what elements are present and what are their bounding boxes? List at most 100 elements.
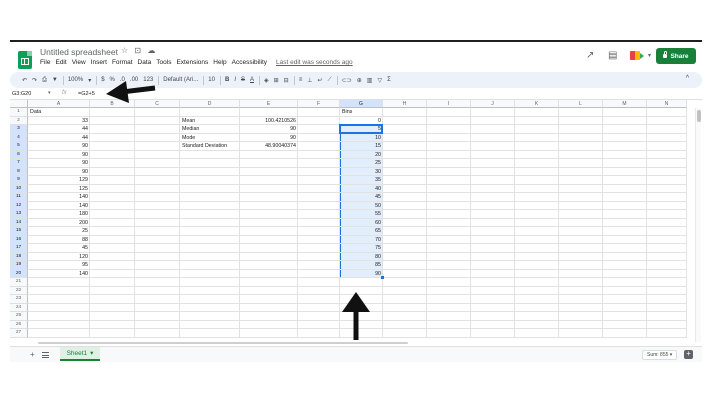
row-header-5[interactable]: 5 <box>10 142 28 151</box>
column-header-a[interactable]: A <box>28 100 90 108</box>
cell-g17[interactable]: 75 <box>342 244 381 253</box>
decrease-decimal-button[interactable]: .0 <box>120 77 125 83</box>
cell-a20[interactable]: 140 <box>30 270 88 279</box>
column-header-b[interactable]: B <box>90 100 135 108</box>
row-header-23[interactable]: 23 <box>10 295 28 304</box>
row-header-10[interactable]: 10 <box>10 184 28 193</box>
scrollbar-thumb[interactable] <box>697 110 701 122</box>
cell-g13[interactable]: 55 <box>342 210 381 219</box>
row-header-1[interactable]: 1 <box>10 108 28 117</box>
row-header-9[interactable]: 9 <box>10 176 28 185</box>
explore-button[interactable]: + <box>684 350 693 359</box>
merge-cells-icon[interactable]: ⊟ <box>284 77 289 84</box>
fill-color-icon[interactable]: ◈ <box>264 77 269 84</box>
undo-icon[interactable]: ↶ <box>22 77 27 84</box>
font-size-input[interactable]: 10 <box>208 77 215 83</box>
cell-e4[interactable]: 90 <box>242 134 296 143</box>
cell-d2[interactable]: Mean <box>182 117 195 126</box>
percent-button[interactable]: % <box>110 77 115 83</box>
column-header-e[interactable]: E <box>240 100 298 108</box>
column-header-i[interactable]: I <box>427 100 471 108</box>
row-header-12[interactable]: 12 <box>10 201 28 210</box>
italic-button[interactable]: I <box>234 77 236 83</box>
row-header-2[interactable]: 2 <box>10 116 28 125</box>
cell-a19[interactable]: 95 <box>30 261 88 270</box>
all-sheets-icon[interactable] <box>42 352 49 358</box>
name-box[interactable]: G3:G20 <box>12 91 31 97</box>
text-color-button[interactable]: A <box>250 77 254 83</box>
cell-g12[interactable]: 50 <box>342 202 381 211</box>
cell-g18[interactable]: 80 <box>342 253 381 262</box>
column-header-j[interactable]: J <box>471 100 515 108</box>
zoom-select[interactable]: 100% <box>68 77 83 83</box>
row-header-4[interactable]: 4 <box>10 133 28 142</box>
borders-icon[interactable]: ⊞ <box>274 77 279 84</box>
filter-icon[interactable]: ▽ <box>377 77 382 84</box>
menu-file[interactable]: File <box>40 59 50 66</box>
cell-g4[interactable]: 10 <box>342 134 381 143</box>
cell-a13[interactable]: 180 <box>30 210 88 219</box>
cell-g6[interactable]: 20 <box>342 151 381 160</box>
cell-g19[interactable]: 85 <box>342 261 381 270</box>
column-header-d[interactable]: D <box>180 100 240 108</box>
insert-chart-icon[interactable]: ▥ <box>367 77 373 84</box>
horizontal-scrollbar[interactable] <box>28 342 695 345</box>
cell-g20[interactable]: 90 <box>342 270 381 279</box>
row-header-27[interactable]: 27 <box>10 329 28 338</box>
cell-a16[interactable]: 88 <box>30 236 88 245</box>
column-header-k[interactable]: K <box>515 100 559 108</box>
cell-a8[interactable]: 90 <box>30 168 88 177</box>
cell-a1[interactable]: Data <box>30 108 88 117</box>
row-header-13[interactable]: 13 <box>10 210 28 219</box>
column-header-f[interactable]: F <box>298 100 340 108</box>
cell-g5[interactable]: 15 <box>342 142 381 151</box>
last-edit-link[interactable]: Last edit was seconds ago <box>276 59 353 66</box>
cell-a11[interactable]: 140 <box>30 193 88 202</box>
column-header-m[interactable]: M <box>603 100 647 108</box>
cell-a7[interactable]: 90 <box>30 159 88 168</box>
horizontal-align-icon[interactable]: ≡ <box>299 77 303 83</box>
add-sheet-button[interactable]: + <box>30 350 35 359</box>
spreadsheet-grid[interactable]: A B C D E F G H I J K L M N 1 2 3 4 5 6 7 8 9 10 11 12 13 14 15 16 17 1… <box>10 100 702 345</box>
menu-format[interactable]: Format <box>112 59 133 66</box>
sum-indicator[interactable]: Sum: 855 ▾ <box>642 350 678 360</box>
currency-button[interactable]: $ <box>101 77 104 83</box>
collapse-toolbar-icon[interactable]: ^ <box>686 75 689 82</box>
cell-g8[interactable]: 30 <box>342 168 381 177</box>
cell-g16[interactable]: 70 <box>342 236 381 245</box>
column-header-c[interactable]: C <box>135 100 180 108</box>
column-header-l[interactable]: L <box>559 100 603 108</box>
chevron-down-icon[interactable]: ▾ <box>90 349 93 357</box>
sheet-tab-sheet1[interactable]: Sheet1 ▾ <box>60 347 100 361</box>
row-header-24[interactable]: 24 <box>10 303 28 312</box>
meet-icon[interactable] <box>630 50 650 62</box>
cell-a4[interactable]: 44 <box>30 134 88 143</box>
insert-comment-icon[interactable]: ⊕ <box>357 77 362 84</box>
menu-tools[interactable]: Tools <box>156 59 171 66</box>
zoom-caret-icon[interactable]: ▾ <box>88 77 91 84</box>
menu-insert[interactable]: Insert <box>91 59 107 66</box>
cell-a17[interactable]: 45 <box>30 244 88 253</box>
trend-icon[interactable]: ↗ <box>586 50 594 61</box>
bold-button[interactable]: B <box>225 77 229 83</box>
scrollbar-thumb[interactable] <box>38 342 408 344</box>
vertical-align-icon[interactable]: ⊥ <box>307 77 312 84</box>
font-select[interactable]: Default (Ari... <box>163 77 198 83</box>
cell-a9[interactable]: 129 <box>30 176 88 185</box>
row-header-6[interactable]: 6 <box>10 150 28 159</box>
cell-g7[interactable]: 25 <box>342 159 381 168</box>
fill-handle[interactable] <box>381 276 384 279</box>
menu-extensions[interactable]: Extensions <box>176 59 208 66</box>
print-icon[interactable]: ⎙ <box>42 77 47 84</box>
cell-d5[interactable]: Standard Deviation <box>182 142 227 151</box>
strikethrough-button[interactable]: S <box>241 77 245 83</box>
menu-help[interactable]: Help <box>213 59 226 66</box>
star-move-cloud-icons[interactable]: ☆ ⊡ ☁ <box>121 46 157 55</box>
increase-decimal-button[interactable]: .00 <box>130 77 138 83</box>
active-cell-g3[interactable] <box>339 124 383 134</box>
text-rotate-icon[interactable]: ⟋ <box>327 77 331 84</box>
cell-g14[interactable]: 60 <box>342 219 381 228</box>
cell-e2[interactable]: 100.4210526 <box>242 117 296 126</box>
paint-format-icon[interactable]: ▼ <box>52 77 58 83</box>
row-header-15[interactable]: 15 <box>10 227 28 236</box>
